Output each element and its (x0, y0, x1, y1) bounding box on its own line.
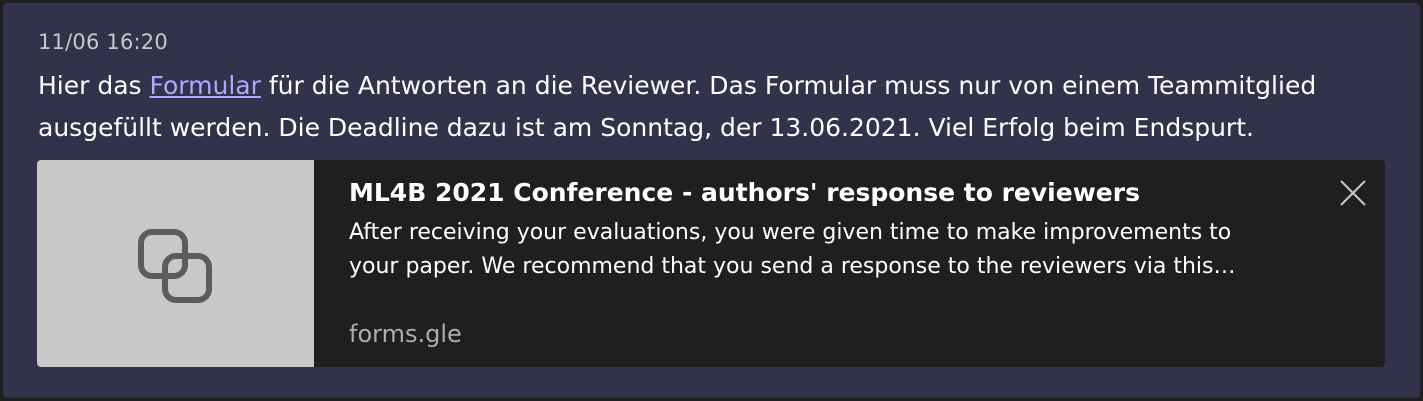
link-preview-thumbnail (37, 160, 314, 367)
message-body: Hier das Formular für die Antworten an d… (38, 65, 1408, 149)
link-preview-domain: forms.gle (349, 320, 462, 348)
message-timestamp: 11/06 16:20 (38, 30, 168, 54)
close-icon (1340, 180, 1366, 206)
link-preview-card[interactable]: ML4B 2021 Conference - authors' response… (37, 160, 1385, 367)
link-preview-description: After receiving your evaluations, you we… (349, 220, 1236, 279)
close-preview-button[interactable] (1337, 177, 1369, 209)
chat-message: 11/06 16:20 Hier das Formular für die An… (3, 3, 1420, 398)
formular-link[interactable]: Formular (150, 71, 261, 100)
message-text-start: Hier das (38, 71, 150, 100)
link-preview-title[interactable]: ML4B 2021 Conference - authors' response… (349, 178, 1140, 207)
link-icon (138, 229, 212, 303)
